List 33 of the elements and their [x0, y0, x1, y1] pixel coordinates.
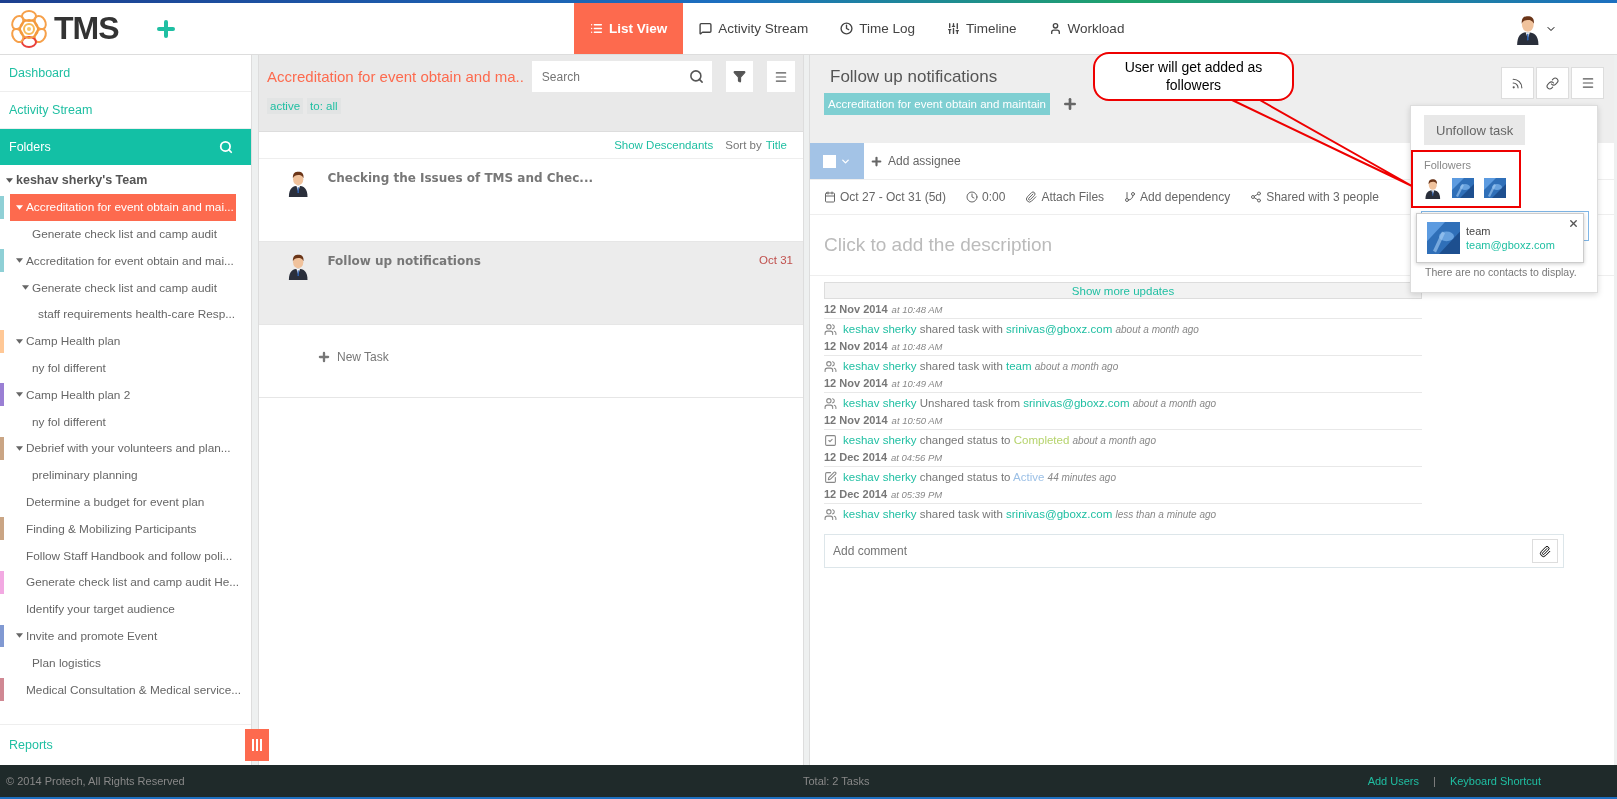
update-text: keshav sherky shared task with srinivas@gboxz.com about a month ago — [843, 323, 1199, 335]
update-time: at 10:48 AM — [891, 304, 943, 315]
update-date: 12 Dec 2014 — [824, 488, 887, 500]
update-date: 12 Nov 2014 — [824, 303, 888, 315]
separator-text: | — [1433, 775, 1436, 787]
task-title: Follow up notifications — [327, 254, 482, 268]
copyright-text: © 2014 Protech, All Rights Reserved — [6, 775, 185, 787]
due-date: Oct 31 — [759, 254, 793, 266]
folder-title: Accreditation for event obtain and ma.. — [267, 68, 524, 85]
empty-text: There are no contacts to display. — [1425, 266, 1577, 278]
task-title: Follow up notifications — [830, 67, 998, 87]
update-text: keshav sherky Unshared task from srinivas@gboxz.com about a month ago — [843, 397, 1217, 409]
callout: User will get added as followers — [1093, 52, 1294, 101]
sort-label: Sort by — [725, 139, 762, 151]
update-time: at 04:56 PM — [891, 452, 943, 463]
update-time: at 10:49 AM — [891, 378, 943, 389]
followers-label: Followers — [1424, 159, 1473, 171]
update-time: at 10:48 AM — [891, 341, 943, 352]
logo-text: TMS — [54, 10, 119, 47]
folders-title: Folders — [9, 140, 51, 154]
update-date: 12 Nov 2014 — [824, 340, 888, 352]
update-date: 12 Nov 2014 — [824, 377, 888, 389]
contact-name: team — [1466, 224, 1492, 237]
update-time: at 10:50 AM — [891, 415, 943, 426]
update-text: keshav sherky shared task with srinivas@gboxz.com less than a minute ago — [843, 508, 1217, 520]
update-time: at 05:39 PM — [891, 489, 943, 500]
update-text: keshav sherky changed status to Completed about a month ago — [843, 434, 1156, 446]
update-date: 12 Nov 2014 — [824, 414, 888, 426]
update-date: 12 Dec 2014 — [824, 451, 887, 463]
task-total: Total: 2 Tasks — [801, 775, 870, 787]
update-text: keshav sherky shared task with team about a month ago — [843, 360, 1119, 372]
update-text: keshav sherky changed status to Active 44 minutes ago — [843, 471, 1116, 483]
task-title: Checking the Issues of TMS and Chec... — [327, 171, 595, 185]
